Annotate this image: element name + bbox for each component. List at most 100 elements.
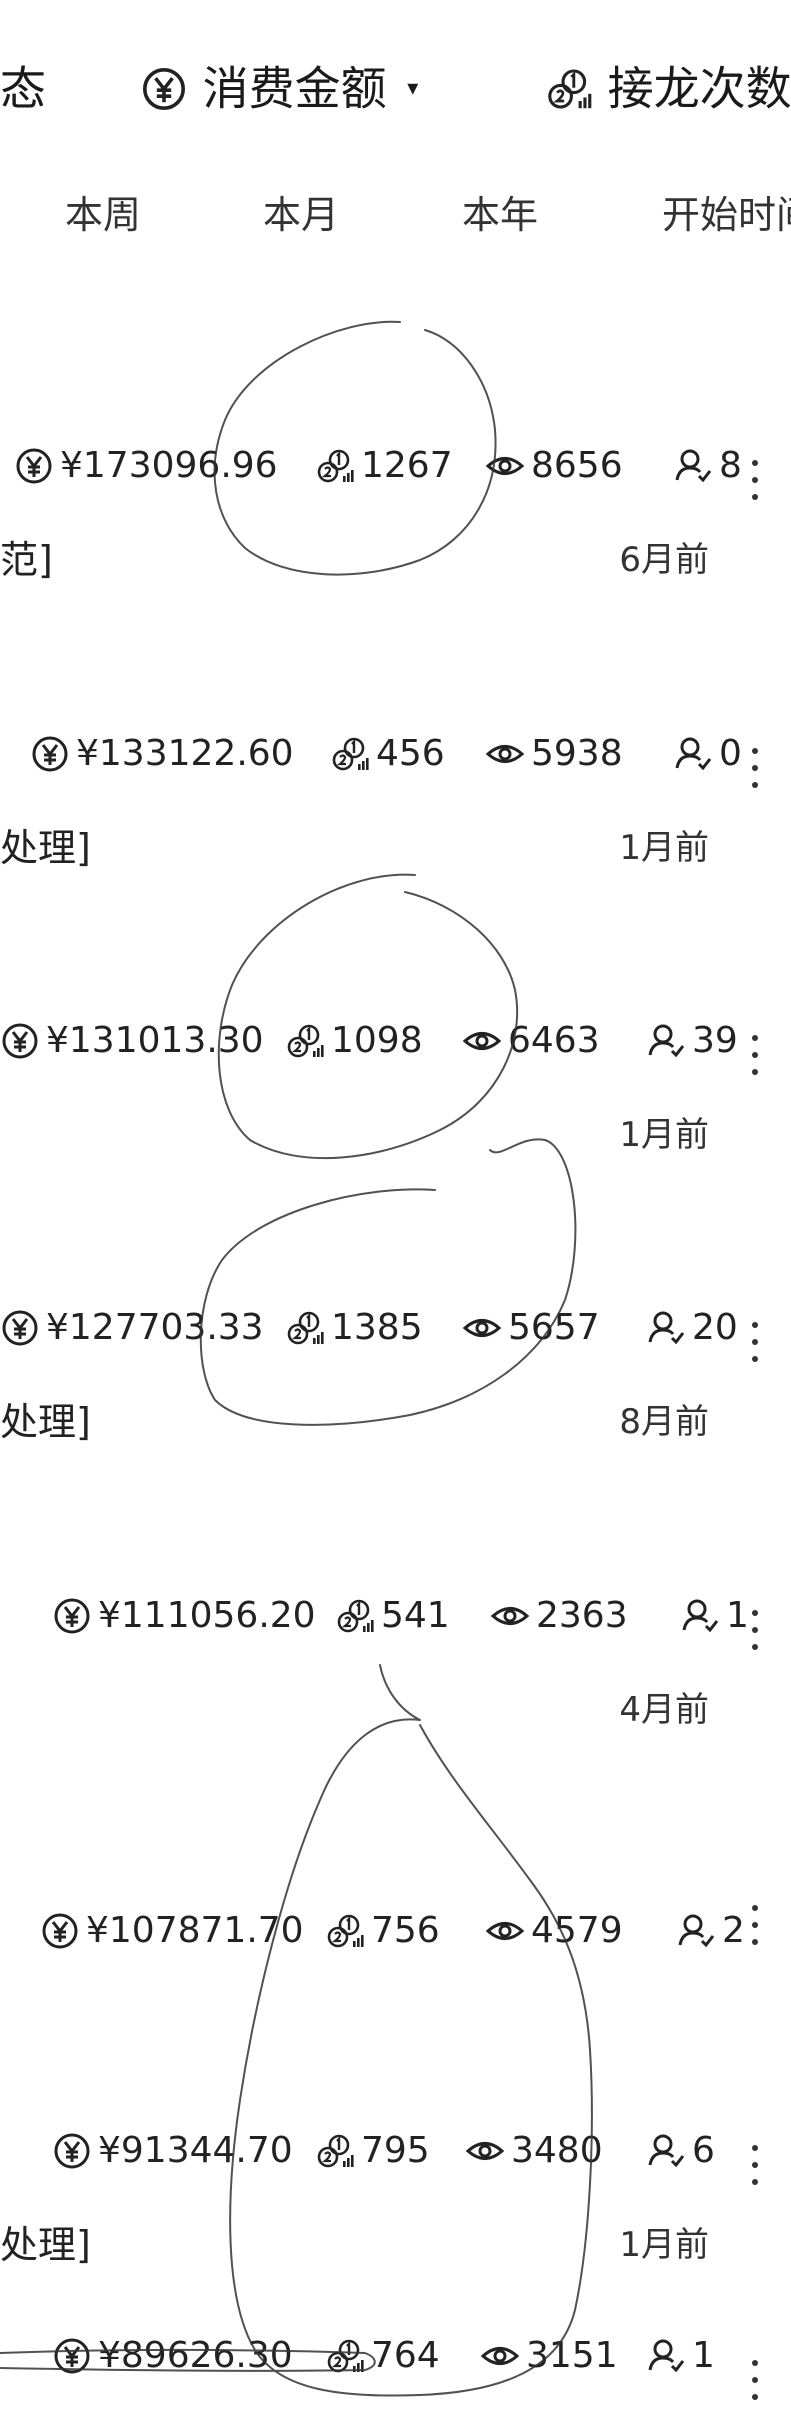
views: 2363 <box>490 1590 628 1641</box>
list-item[interactable]: ¥89626.30 764 3151 1 <box>0 2330 791 2403</box>
views: 8656 <box>485 440 623 491</box>
more-menu-icon[interactable] <box>747 1322 763 1378</box>
views: 3480 <box>465 2125 603 2176</box>
users: 20 <box>646 1302 738 1353</box>
range-tab-start-time[interactable]: 开始时间 <box>662 190 791 240</box>
more-menu-icon[interactable] <box>747 748 763 804</box>
amount: ¥127703.33 <box>0 1302 264 1353</box>
yuan-circle-icon <box>30 734 70 774</box>
eye-icon <box>462 1021 502 1061</box>
time-ago: 1月前 <box>619 1115 709 1155</box>
user-check-icon <box>676 1911 716 1951</box>
ranking-coins-icon <box>330 734 370 774</box>
eye-icon <box>490 1596 530 1636</box>
amount: ¥173096.96 <box>14 440 278 491</box>
time-ago: 8月前 <box>619 1402 709 1442</box>
list-item[interactable]: ¥127703.33 1385 5657 20 处理] 8月前 <box>0 1302 791 1572</box>
users: 0 <box>673 728 742 779</box>
eye-icon <box>485 446 525 486</box>
more-menu-icon[interactable] <box>747 1035 763 1091</box>
eye-icon <box>465 2131 505 2171</box>
time-ago: 6月前 <box>619 540 709 580</box>
amount: ¥133122.60 <box>30 728 294 779</box>
time-ago: 4月前 <box>619 1690 709 1730</box>
ranking-coins-icon <box>315 446 355 486</box>
more-menu-icon[interactable] <box>747 2360 763 2416</box>
ranking-coins-icon <box>285 1021 325 1061</box>
yuan-circle-icon <box>14 446 54 486</box>
user-check-icon <box>646 2131 686 2171</box>
count: 1385 <box>285 1302 423 1353</box>
time-ago: 1月前 <box>619 2225 709 2265</box>
users: 2 <box>676 1905 745 1956</box>
sort-header: 态 消费金额 ▾ 接龙次数 <box>0 0 791 175</box>
sort-option-label: 消费金额 <box>202 61 387 116</box>
range-tab-month[interactable]: 本月 <box>263 190 339 240</box>
yuan-circle-icon <box>52 2336 92 2376</box>
count: 1267 <box>315 440 453 491</box>
users: 1 <box>680 1590 749 1641</box>
ranking-coins-icon <box>315 2131 355 2171</box>
count: 795 <box>315 2125 430 2176</box>
sort-option-label: 态 <box>0 61 46 116</box>
user-check-icon <box>680 1596 720 1636</box>
amount: ¥91344.70 <box>52 2125 293 2176</box>
yuan-circle-icon <box>0 1308 40 1348</box>
views: 5657 <box>462 1302 600 1353</box>
eye-icon <box>485 1911 525 1951</box>
list-item[interactable]: ¥133122.60 456 5938 0 处理] 1月前 <box>0 728 791 998</box>
user-check-icon <box>646 1308 686 1348</box>
users: 6 <box>646 2125 715 2176</box>
amount: ¥107871.70 <box>40 1905 304 1956</box>
list-item[interactable]: ¥173096.96 1267 8656 8 范] 6月前 <box>0 440 791 710</box>
yuan-circle-icon <box>52 1596 92 1636</box>
user-check-icon <box>646 2336 686 2376</box>
item-title-fragment: 处理] <box>0 2223 91 2267</box>
eye-icon <box>485 734 525 774</box>
ranking-coins-icon <box>285 1308 325 1348</box>
ranking-coins-icon <box>325 2336 365 2376</box>
amount: ¥111056.20 <box>52 1590 316 1641</box>
sort-option-label: 接龙次数 <box>607 61 791 116</box>
sort-option-status[interactable]: 态 <box>0 55 46 119</box>
list-item[interactable]: ¥131013.30 1098 6463 39 1月前 <box>0 1015 791 1285</box>
eye-icon <box>462 1308 502 1348</box>
range-tab-year[interactable]: 本年 <box>462 190 538 240</box>
item-title-fragment: 处理] <box>0 1400 91 1444</box>
amount: ¥131013.30 <box>0 1015 264 1066</box>
users: 8 <box>673 440 742 491</box>
count: 456 <box>330 728 445 779</box>
sort-option-count[interactable]: 接龙次数 <box>545 55 791 119</box>
amount: ¥89626.30 <box>52 2330 293 2381</box>
time-ago: 1月前 <box>619 828 709 868</box>
users: 39 <box>646 1015 738 1066</box>
ranking-coins-icon <box>325 1911 365 1951</box>
views: 4579 <box>485 1905 623 1956</box>
item-title-fragment: 处理] <box>0 826 91 870</box>
ranking-coins-icon <box>545 65 593 113</box>
range-tab-week[interactable]: 本周 <box>65 190 141 240</box>
count: 541 <box>335 1590 450 1641</box>
count: 756 <box>325 1905 440 1956</box>
views: 5938 <box>485 728 623 779</box>
yuan-circle-icon <box>140 65 188 113</box>
more-menu-icon[interactable] <box>747 2145 763 2201</box>
item-title-fragment: 范] <box>0 538 53 582</box>
more-menu-icon[interactable] <box>747 460 763 516</box>
count: 1098 <box>285 1015 423 1066</box>
views: 3151 <box>480 2330 618 2381</box>
sort-option-amount[interactable]: 消费金额 ▾ <box>140 55 418 119</box>
users: 1 <box>646 2330 715 2381</box>
user-check-icon <box>673 446 713 486</box>
user-check-icon <box>673 734 713 774</box>
more-menu-icon[interactable] <box>747 1905 763 1961</box>
count: 764 <box>325 2330 440 2381</box>
ranking-coins-icon <box>335 1596 375 1636</box>
yuan-circle-icon <box>0 1021 40 1061</box>
caret-down-icon: ▾ <box>407 75 419 101</box>
eye-icon <box>480 2336 520 2376</box>
views: 6463 <box>462 1015 600 1066</box>
list-item[interactable]: ¥111056.20 541 2363 1 4月前 <box>0 1590 791 1860</box>
yuan-circle-icon <box>40 1911 80 1951</box>
more-menu-icon[interactable] <box>747 1610 763 1666</box>
